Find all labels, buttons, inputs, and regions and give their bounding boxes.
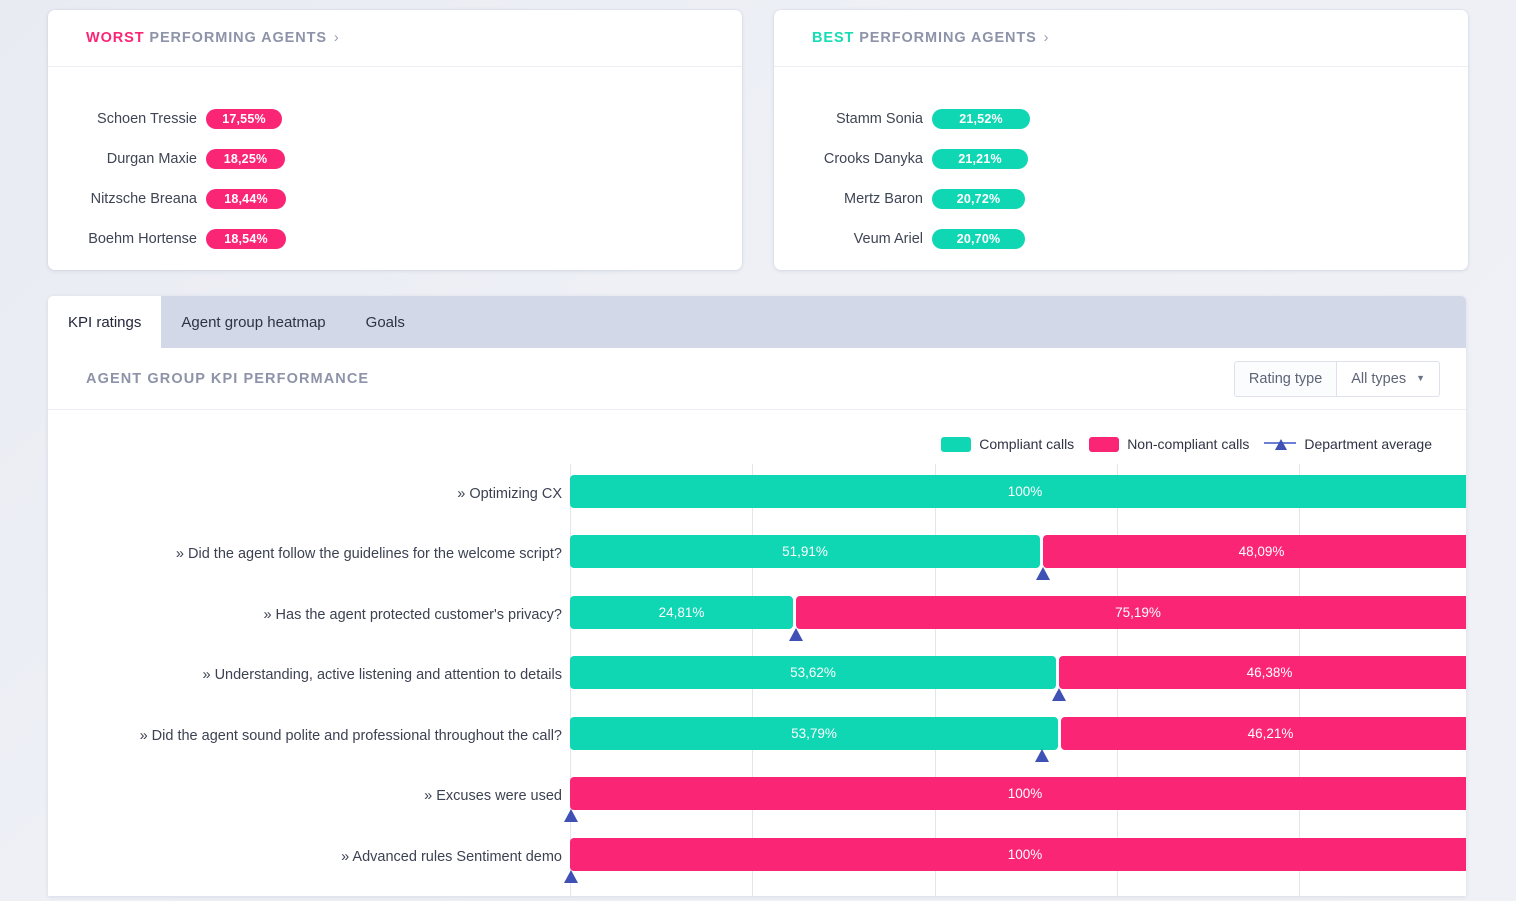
- list-item[interactable]: Nitzsche Breana 18,44%: [48, 179, 742, 219]
- bar-segment-non-compliant: 48,09%: [1043, 535, 1466, 568]
- bar-segment-non-compliant: 100%: [570, 777, 1466, 810]
- agent-score-badge: 20,72%: [932, 189, 1025, 209]
- department-average-marker: [789, 628, 803, 641]
- chart-bar-row[interactable]: » Advanced rules Sentiment demo 100%: [341, 827, 1466, 887]
- tab-kpi-ratings[interactable]: KPI ratings: [48, 296, 162, 348]
- agent-name: Mertz Baron: [844, 191, 923, 207]
- best-title-highlight: BEST: [812, 30, 855, 46]
- legend-label: Compliant calls: [979, 436, 1075, 452]
- chevron-down-icon: ▼: [1416, 373, 1425, 383]
- agent-summary-cards: WORST PERFORMING AGENTS › Schoen Tressie…: [48, 10, 1468, 270]
- agent-score-badge: 18,54%: [206, 229, 286, 249]
- agent-name: Boehm Hortense: [88, 231, 197, 247]
- agent-score-badge: 21,21%: [932, 149, 1028, 169]
- chart-legend: Compliant calls Non-compliant calls Depa…: [935, 436, 1432, 452]
- worst-card-header[interactable]: WORST PERFORMING AGENTS ›: [48, 10, 742, 67]
- bar-segment-non-compliant: 75,19%: [796, 596, 1466, 629]
- best-card-header[interactable]: BEST PERFORMING AGENTS ›: [774, 10, 1468, 67]
- worst-title-highlight: WORST: [86, 30, 145, 46]
- department-average-marker-icon: [1264, 436, 1297, 452]
- rating-type-label: Rating type: [1233, 360, 1337, 397]
- bar-segment-compliant: 24,81%: [570, 596, 793, 629]
- agent-name: Crooks Danyka: [823, 151, 923, 167]
- bar-segment-compliant: 53,79%: [570, 717, 1058, 750]
- list-item[interactable]: Boehm Hortense 18,54%: [48, 219, 742, 259]
- legend-label: Department average: [1304, 436, 1432, 452]
- category-label: » Excuses were used: [424, 788, 562, 804]
- bar-segment-compliant: 51,91%: [570, 535, 1040, 568]
- rating-type-select[interactable]: All types ▼: [1336, 360, 1440, 397]
- category-label: » Did the agent sound polite and profess…: [139, 728, 562, 744]
- best-title-rest: PERFORMING AGENTS: [859, 30, 1037, 46]
- best-performing-agents-card: BEST PERFORMING AGENTS › Stamm Sonia 21,…: [774, 10, 1468, 270]
- category-label: » Has the agent protected customer's pri…: [263, 607, 562, 623]
- list-item[interactable]: Schoen Tressie 17,55%: [48, 99, 742, 139]
- department-average-marker: [1035, 749, 1049, 762]
- chart-bar-row[interactable]: » Did the agent follow the guidelines fo…: [176, 524, 1466, 584]
- chart-bar-row[interactable]: » Optimizing CX 100%: [457, 464, 1466, 524]
- legend-item-compliant-calls[interactable]: Compliant calls: [941, 436, 1074, 452]
- chart-bar-row[interactable]: » Has the agent protected customer's pri…: [263, 585, 1466, 645]
- kpi-panel: KPI ratings Agent group heatmap Goals AG…: [48, 296, 1466, 896]
- chart-plot-area: » Optimizing CX 100% » Did the agent fol…: [140, 464, 1466, 896]
- bar-segment-compliant: 100%: [570, 475, 1466, 508]
- panel-tabbar: KPI ratings Agent group heatmap Goals: [48, 296, 1466, 348]
- department-average-marker: [564, 870, 578, 883]
- rating-type-control: Rating type All types ▼: [1233, 360, 1440, 397]
- list-item[interactable]: Mertz Baron 20,72%: [774, 179, 1468, 219]
- category-label: » Advanced rules Sentiment demo: [341, 849, 562, 865]
- category-label: » Did the agent follow the guidelines fo…: [175, 546, 562, 562]
- chevron-right-icon[interactable]: ›: [1044, 30, 1050, 46]
- department-average-marker: [564, 809, 578, 822]
- agent-score-badge: 20,70%: [932, 229, 1025, 249]
- legend-item-department-average[interactable]: Department average: [1264, 436, 1432, 452]
- worst-card-title: WORST PERFORMING AGENTS ›: [86, 30, 340, 46]
- agent-score-badge: 21,52%: [932, 109, 1030, 129]
- worst-performing-agents-card: WORST PERFORMING AGENTS › Schoen Tressie…: [48, 10, 742, 270]
- worst-title-rest: PERFORMING AGENTS: [149, 30, 327, 46]
- department-average-marker: [1036, 567, 1050, 580]
- tab-goals[interactable]: Goals: [346, 296, 425, 348]
- agent-group-kpi-chart: » Optimizing CX 100% » Did the agent fol…: [48, 464, 1466, 896]
- tab-agent-group-heatmap[interactable]: Agent group heatmap: [161, 296, 345, 348]
- chevron-right-icon[interactable]: ›: [334, 30, 340, 46]
- chart-bar-row[interactable]: » Did the agent sound polite and profess…: [140, 706, 1466, 766]
- worst-card-body: Schoen Tressie 17,55% Durgan Maxie 18,25…: [48, 67, 742, 270]
- chart-bar-row[interactable]: » Understanding, active listening and at…: [202, 645, 1466, 705]
- department-average-marker: [1052, 688, 1066, 701]
- bar-segment-non-compliant: 100%: [570, 838, 1466, 871]
- agent-name: Schoen Tressie: [97, 111, 197, 127]
- legend-label: Non-compliant calls: [1127, 436, 1250, 452]
- panel-header: AGENT GROUP KPI PERFORMANCE Rating type …: [48, 348, 1466, 410]
- legend-item-non-compliant-calls[interactable]: Non-compliant calls: [1089, 436, 1249, 452]
- agent-score-badge: 18,44%: [206, 189, 286, 209]
- agent-name: Veum Ariel: [853, 231, 923, 247]
- agent-name: Stamm Sonia: [835, 111, 923, 127]
- list-item[interactable]: Stamm Sonia 21,52%: [774, 99, 1468, 139]
- dashboard-page: WORST PERFORMING AGENTS › Schoen Tressie…: [0, 0, 1516, 901]
- bar-segment-compliant: 53,62%: [570, 656, 1056, 689]
- category-label: » Optimizing CX: [457, 486, 562, 502]
- bar-segment-non-compliant: 46,21%: [1061, 717, 1466, 750]
- agent-name: Durgan Maxie: [106, 151, 197, 167]
- bar-segment-non-compliant: 46,38%: [1059, 656, 1466, 689]
- rating-type-value: All types: [1351, 370, 1407, 387]
- agent-score-badge: 18,25%: [206, 149, 285, 169]
- best-card-body: Stamm Sonia 21,52% Crooks Danyka 21,21% …: [774, 67, 1468, 270]
- category-label: » Understanding, active listening and at…: [202, 667, 562, 683]
- legend-swatch-icon: [941, 436, 972, 452]
- list-item[interactable]: Crooks Danyka 21,21%: [774, 139, 1468, 179]
- page-title: AGENT GROUP KPI PERFORMANCE: [86, 370, 370, 387]
- agent-name: Nitzsche Breana: [90, 191, 197, 207]
- best-card-title: BEST PERFORMING AGENTS ›: [812, 30, 1049, 46]
- list-item[interactable]: Durgan Maxie 18,25%: [48, 139, 742, 179]
- list-item[interactable]: Veum Ariel 20,70%: [774, 219, 1468, 259]
- legend-swatch-icon: [1089, 436, 1120, 452]
- chart-bar-row[interactable]: » Excuses were used 100%: [424, 766, 1466, 826]
- agent-score-badge: 17,55%: [206, 109, 282, 129]
